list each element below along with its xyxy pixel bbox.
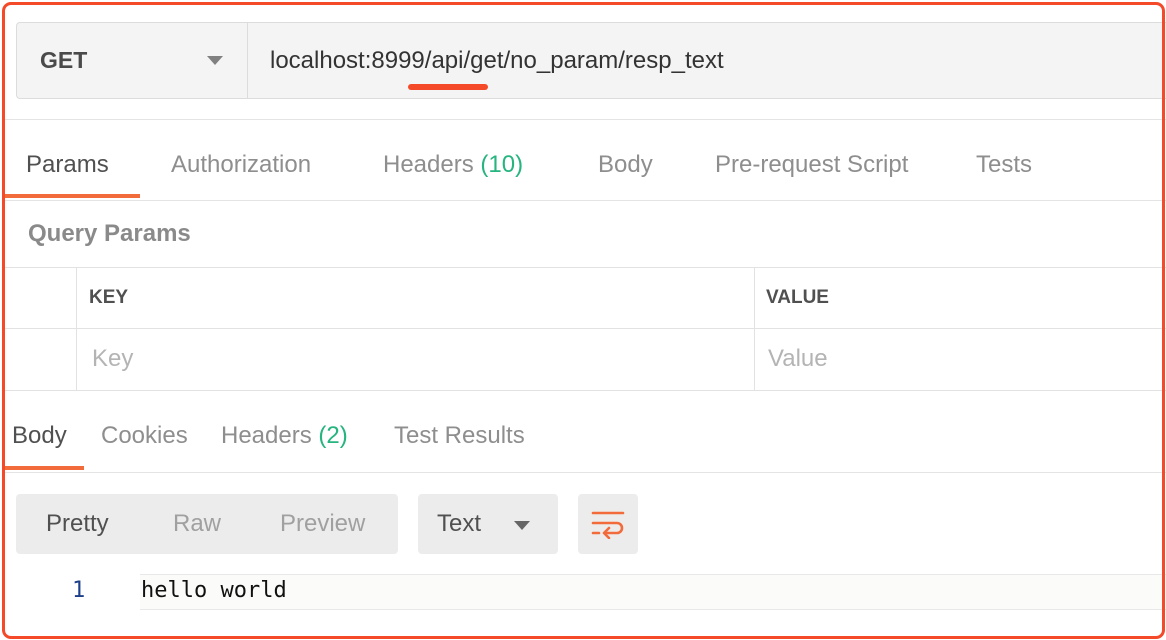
tab-authorization[interactable]: Authorization — [171, 138, 311, 200]
tab-params[interactable]: Params — [26, 138, 109, 200]
chevron-down-icon — [514, 521, 530, 530]
key-input[interactable]: Key — [92, 345, 133, 373]
format-dropdown[interactable]: Text — [418, 494, 558, 554]
table-border — [5, 390, 1166, 391]
response-tab-test-results[interactable]: Test Results — [394, 422, 525, 450]
active-tab-indicator — [5, 466, 84, 470]
tab-label: Tests — [976, 151, 1033, 178]
format-label: Text — [437, 510, 482, 537]
tab-body[interactable]: Body — [598, 138, 653, 200]
column-header-key: KEY — [89, 287, 129, 308]
tab-label: Pre-request Script — [715, 151, 909, 178]
raw-button[interactable]: Raw — [173, 510, 221, 538]
url-text: localhost:8999/api/get/no_param/resp_tex… — [270, 46, 724, 74]
tab-label: Params — [26, 151, 109, 178]
line-number: 1 — [72, 578, 86, 603]
table-border — [754, 267, 755, 391]
value-input[interactable]: Value — [768, 345, 828, 373]
headers-count: (10) — [480, 151, 524, 178]
divider — [5, 119, 1166, 120]
divider — [5, 200, 1166, 201]
response-tab-headers[interactable]: Headers (2) — [221, 422, 348, 450]
view-mode-segmented-control: Pretty Raw Preview — [16, 494, 398, 554]
pretty-button[interactable]: Pretty — [46, 510, 109, 538]
table-border — [5, 328, 1166, 329]
headers-count: (2) — [318, 422, 348, 449]
column-header-value: VALUE — [766, 287, 829, 308]
tab-label: Headers — [383, 151, 481, 178]
tab-pre-request-script[interactable]: Pre-request Script — [715, 138, 908, 200]
divider — [5, 472, 1166, 473]
tab-tests[interactable]: Tests — [976, 138, 1032, 200]
url-annotation-underline — [408, 84, 488, 90]
table-border — [5, 267, 1166, 268]
wrap-lines-button[interactable] — [578, 494, 638, 554]
wrap-lines-icon — [591, 511, 625, 539]
tab-label: Test Results — [394, 422, 525, 449]
preview-button[interactable]: Preview — [280, 510, 365, 538]
method-label: GET — [40, 47, 88, 73]
response-tab-body[interactable]: Body — [12, 422, 67, 450]
tab-label: Body — [598, 151, 653, 178]
method-dropdown[interactable]: GET — [17, 23, 248, 98]
request-bar: GET localhost:8999/api/get/no_param/resp… — [16, 22, 1166, 99]
tab-label: Headers — [221, 422, 319, 449]
tab-headers[interactable]: Headers (10) — [383, 138, 523, 200]
tab-label: Authorization — [171, 151, 312, 178]
active-tab-indicator — [5, 194, 140, 198]
table-border — [76, 267, 77, 391]
code-line: hello world — [141, 578, 287, 603]
section-title: Query Params — [28, 220, 191, 247]
tab-label: Cookies — [101, 422, 188, 449]
tab-label: Body — [12, 422, 67, 449]
response-body-editor[interactable] — [140, 574, 1166, 610]
response-tab-cookies[interactable]: Cookies — [101, 422, 188, 450]
chevron-down-icon — [207, 56, 223, 65]
url-input[interactable]: localhost:8999/api/get/no_param/resp_tex… — [248, 23, 1166, 98]
